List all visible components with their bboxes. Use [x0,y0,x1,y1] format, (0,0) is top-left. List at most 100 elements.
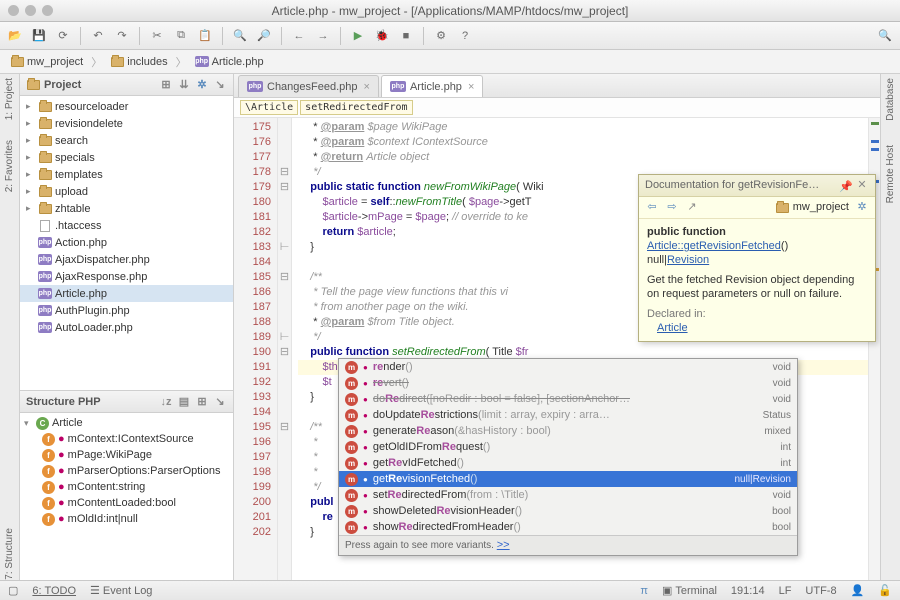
completion-item[interactable]: m●showRedirectedFromHeader()bool [339,519,797,535]
tree-item-.htaccess[interactable]: .htaccess [20,217,233,234]
struct-field[interactable]: f●mOldId:int|null [20,511,233,527]
more-variants-link[interactable]: >> [497,539,510,551]
run-icon[interactable]: ▶ [349,27,367,45]
save-icon[interactable]: 💾 [30,27,48,45]
doc-sig-link[interactable]: Article::getRevisionFetched [647,240,781,252]
breadcrumb-Article.php[interactable]: phpArticle.php [191,54,268,70]
tool-2: Favorites[interactable]: 2: Favorites [4,140,15,192]
struct-field[interactable]: f●mContent:string [20,479,233,495]
breadcrumb-mw_project[interactable]: mw_project [6,54,87,70]
tool-Database[interactable]: Database [885,78,896,121]
editor-crumb[interactable]: setRedirectedFrom [300,100,412,115]
doc-back-icon[interactable]: ⇦ [645,201,659,215]
hide-struct-icon[interactable]: ↘ [213,395,227,409]
tree-item-Action.php[interactable]: phpAction.php [20,234,233,251]
encoding[interactable]: UTF-8 [805,585,836,597]
todo-button[interactable]: 6: TODO [32,585,76,597]
pi-icon[interactable]: π [640,585,648,597]
tree-item-revisiondelete[interactable]: ▸revisiondelete [20,115,233,132]
struct-field[interactable]: f●mParserOptions:ParserOptions [20,463,233,479]
completion-item[interactable]: m●setRedirectedFrom(from : \Title)void [339,487,797,503]
quick-doc-popup[interactable]: Documentation for getRevisionFe… 📌 ✕ ⇦ ⇨… [638,174,876,342]
traffic-lights[interactable] [8,5,53,16]
completion-item[interactable]: m●generateReason(&hasHistory : bool)mixe… [339,423,797,439]
completion-item[interactable]: m●getOldIDFromRequest()int [339,439,797,455]
doc-fwd-icon[interactable]: ⇨ [665,201,679,215]
gear-icon[interactable]: ✲ [195,78,209,92]
line-gutter[interactable]: 1751761771781791801811821831841851861871… [234,118,278,580]
hide-panel-icon[interactable]: ↘ [213,78,227,92]
struct-field[interactable]: f●mContentLoaded:bool [20,495,233,511]
structure-tree[interactable]: ▾CArticlef●mContext:IContextSourcef●mPag… [20,413,233,580]
redo-icon[interactable]: ↷ [113,27,131,45]
open-icon[interactable]: 📂 [6,27,24,45]
tool-1: Project[interactable]: 1: Project [4,78,15,120]
completion-item[interactable]: m●getRevIdFetched()int [339,455,797,471]
lock-icon[interactable]: 🔓 [878,584,892,597]
tree-item-search[interactable]: ▸search [20,132,233,149]
tree-item-zhtable[interactable]: ▸zhtable [20,200,233,217]
eventlog-button[interactable]: ☰ Event Log [90,584,152,597]
close-icon[interactable] [8,5,19,16]
minimize-icon[interactable] [25,5,36,16]
doc-gear-icon[interactable]: ✲ [855,201,869,215]
tab-Article.php[interactable]: phpArticle.php× [381,75,483,97]
tree-item-specials[interactable]: ▸specials [20,149,233,166]
tree-item-Article.php[interactable]: phpArticle.php [20,285,233,302]
fold-gutter[interactable]: ⊟⊟⊢⊟⊢⊟⊟ [278,118,292,580]
tree-item-upload[interactable]: ▸upload [20,183,233,200]
sync-icon[interactable]: ⟳ [54,27,72,45]
tree-item-AuthPlugin.php[interactable]: phpAuthPlugin.php [20,302,233,319]
tab-ChangesFeed.php[interactable]: phpChangesFeed.php× [238,75,379,97]
zoom-icon[interactable] [42,5,53,16]
doc-ext-icon[interactable]: ↗ [685,201,699,215]
completion-item[interactable]: m●render()void [339,359,797,375]
line-ending[interactable]: LF [779,585,792,597]
completion-item[interactable]: m●revert()void [339,375,797,391]
pin-icon[interactable]: 📌 [839,180,851,192]
undo-icon[interactable]: ↶ [89,27,107,45]
doc-declared-link[interactable]: Article [657,322,688,334]
close-tab-icon[interactable]: × [468,81,474,93]
search-everywhere-icon[interactable]: 🔍 [876,27,894,45]
replace-icon[interactable]: 🔎 [255,27,273,45]
paste-icon[interactable]: 📋 [196,27,214,45]
forward-icon[interactable]: → [314,27,332,45]
completion-popup[interactable]: m●render()voidm●revert()voidm●doRedirect… [338,358,798,556]
stop-icon[interactable]: ■ [397,27,415,45]
project-view-mode-icon[interactable]: ⊞ [159,78,173,92]
back-icon[interactable]: ← [290,27,308,45]
completion-item[interactable]: m●doRedirect([noRedir : bool = false], [… [339,391,797,407]
project-tree[interactable]: ▸resourceloader▸revisiondelete▸search▸sp… [20,96,233,390]
project-collapse-icon[interactable]: ⇊ [177,78,191,92]
code-editor[interactable]: 1751761771781791801811821831841851861871… [234,118,880,580]
tree-item-AjaxDispatcher.php[interactable]: phpAjaxDispatcher.php [20,251,233,268]
tool-Remote Host[interactable]: Remote Host [885,145,896,203]
close-tab-icon[interactable]: × [364,81,370,93]
tool-7: Structure[interactable]: 7: Structure [4,528,15,580]
breadcrumb-includes[interactable]: includes [106,54,171,70]
help-icon[interactable]: ? [456,27,474,45]
struct-class[interactable]: ▾CArticle [20,415,233,431]
tree-item-templates[interactable]: ▸templates [20,166,233,183]
editor-crumb[interactable]: \Article [240,100,298,115]
completion-item[interactable]: m●showDeletedRevisionHeader()bool [339,503,797,519]
copy-icon[interactable]: ⧉ [172,27,190,45]
completion-item[interactable]: m●doUpdateRestrictions(limit : array, ex… [339,407,797,423]
filter-icon[interactable]: ▤ [177,395,191,409]
settings-icon[interactable]: ⚙ [432,27,450,45]
struct-field[interactable]: f●mContext:IContextSource [20,431,233,447]
tree-item-AjaxResponse.php[interactable]: phpAjaxResponse.php [20,268,233,285]
editor-breadcrumb[interactable]: \ArticlesetRedirectedFrom [234,98,880,118]
doc-ret-link[interactable]: Revision [667,254,709,266]
terminal-button[interactable]: ▣ Terminal [662,584,717,597]
expand-icon[interactable]: ⊞ [195,395,209,409]
tree-item-AutoLoader.php[interactable]: phpAutoLoader.php [20,319,233,336]
find-icon[interactable]: 🔍 [231,27,249,45]
completion-item[interactable]: m●getRevisionFetched()null|Revision [339,471,797,487]
sort-icon[interactable]: ↓z [159,395,173,409]
close-doc-icon[interactable]: ✕ [855,179,869,193]
debug-icon[interactable]: 🐞 [373,27,391,45]
inspector-icon[interactable]: 👤 [851,584,865,597]
struct-field[interactable]: f●mPage:WikiPage [20,447,233,463]
